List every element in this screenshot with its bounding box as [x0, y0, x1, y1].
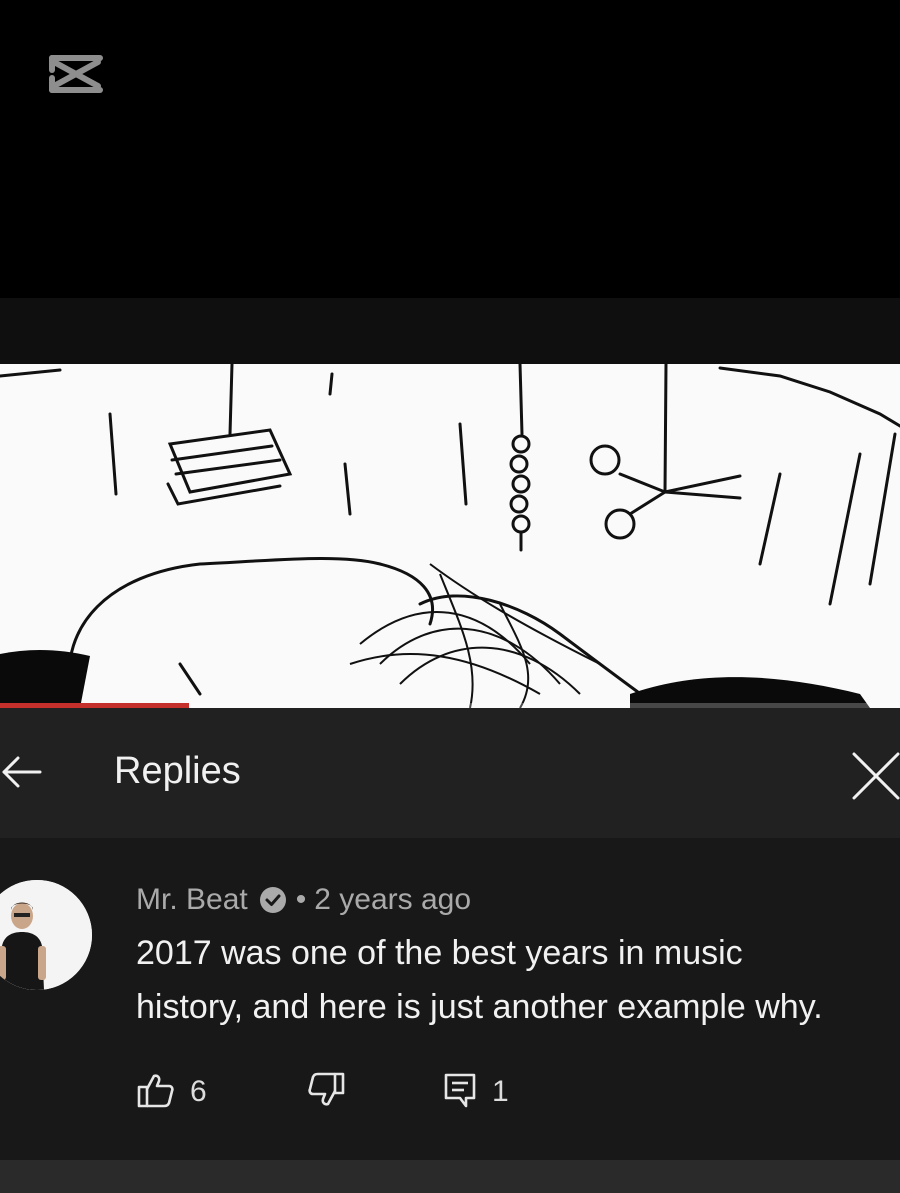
like-count: 6: [190, 1075, 207, 1108]
comment-text-line: history, and here is just another exampl…: [136, 988, 823, 1026]
reply-count: 1: [492, 1075, 509, 1108]
verified-check-icon: [258, 885, 288, 915]
comment-meta: Mr. Beat • 2 years ago: [136, 880, 471, 920]
capcut-logo-icon: [46, 52, 106, 96]
back-arrow-icon[interactable]: [0, 750, 48, 794]
author-name[interactable]: Mr. Beat: [136, 883, 248, 917]
reply-comment-icon: [442, 1070, 478, 1115]
reply-button[interactable]: 1: [442, 1070, 509, 1114]
video-player[interactable]: [0, 364, 900, 708]
top-letterbox: [0, 0, 900, 298]
thumbs-up-icon: [136, 1070, 176, 1115]
dislike-button[interactable]: [306, 1070, 346, 1114]
thumbs-down-icon: [306, 1070, 346, 1115]
comment-timestamp: 2 years ago: [314, 883, 472, 916]
like-button[interactable]: 6: [136, 1070, 207, 1114]
comment-text: 2017 was one of the best years in music …: [136, 926, 896, 1034]
player-top-band: [0, 298, 900, 364]
close-icon[interactable]: [848, 748, 900, 800]
meta-separator: •: [295, 883, 307, 916]
bottom-divider: [0, 1160, 900, 1193]
replies-title: Replies: [114, 750, 241, 792]
video-frame-illustration: [0, 364, 900, 708]
comment-text-line: 2017 was one of the best years in music: [136, 934, 743, 972]
